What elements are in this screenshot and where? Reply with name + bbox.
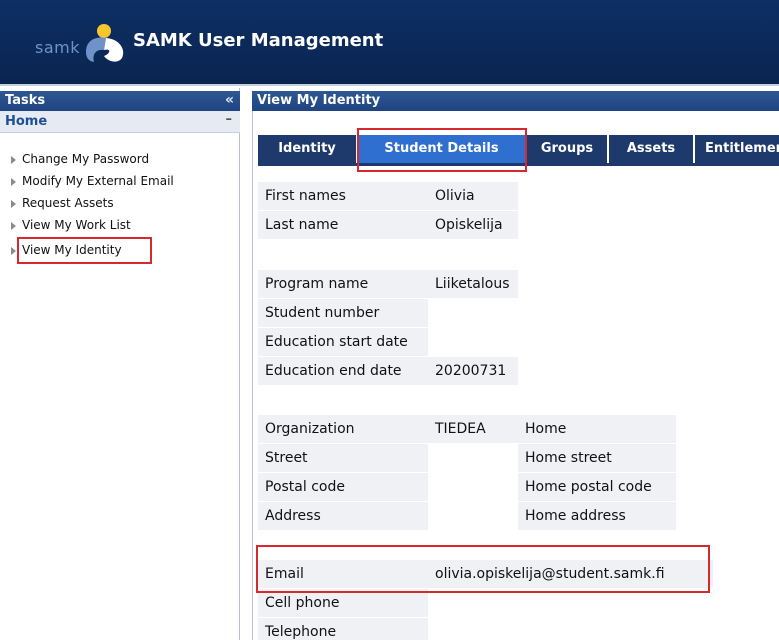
app-header: samk SAMK User Management [0,0,779,86]
field-value-organization: TIEDEA [428,415,518,443]
field-label-cell-phone: Cell phone [258,589,428,617]
home-section-header[interactable]: Home – [0,111,240,133]
field-label-organization: Organization [258,415,428,443]
triangle-right-icon [11,156,16,164]
triangle-right-icon [11,247,16,255]
task-label: Modify My External Email [22,174,174,188]
view-my-identity-highlight [17,237,152,264]
samk-logo-text: samk [35,38,80,57]
task-view-my-work-list[interactable]: View My Work List [11,218,131,236]
tasks-panel-header: Tasks « [0,91,240,111]
triangle-right-icon [11,200,16,208]
triangle-right-icon [11,178,16,186]
field-label-street: Street [258,444,428,472]
field-value-home: Home [518,415,676,443]
field-value-program-name: Liiketalous [428,270,518,298]
collapse-icon[interactable]: « [225,92,234,108]
tab-identity[interactable]: Identity [258,135,358,163]
task-modify-my-external-email[interactable]: Modify My External Email [11,174,174,192]
field-label-education-end-date: Education end date [258,357,428,385]
field-value-first-names: Olivia [428,182,518,210]
tab-assets[interactable]: Assets [609,135,695,163]
task-label: Change My Password [22,152,150,166]
field-label-student-number: Student number [258,299,428,327]
app-title: SAMK User Management [133,30,384,51]
minimize-icon[interactable]: – [226,112,233,127]
tasks-panel: Tasks « Home – [0,88,240,640]
field-label-last-name: Last name [258,211,428,239]
samk-logo-icon [86,24,124,62]
main-panel-header: View My Identity [252,91,779,111]
task-label: View My Work List [22,218,131,232]
page-title: View My Identity [257,93,381,108]
task-change-my-password[interactable]: Change My Password [11,152,150,170]
email-highlight [256,545,710,593]
field-label-program-name: Program name [258,270,428,298]
home-section-title: Home [5,114,48,129]
field-value-education-end-date: 20200731 [428,357,518,385]
field-value-last-name: Opiskelija [428,211,518,239]
field-label-postal-code: Postal code [258,473,428,501]
field-label-address: Address [258,502,428,530]
field-value-home-street: Home street [518,444,676,472]
task-label: Request Assets [22,196,114,210]
tab-entitlements[interactable]: Entitlements [695,135,779,163]
field-label-education-start-date: Education start date [258,328,428,356]
triangle-right-icon [11,222,16,230]
task-request-assets[interactable]: Request Assets [11,196,114,214]
tab-groups[interactable]: Groups [527,135,609,163]
tasks-title: Tasks [5,93,46,108]
field-label-first-names: First names [258,182,428,210]
field-label-telephone: Telephone [258,618,428,640]
field-value-home-postal-code: Home postal code [518,473,676,501]
field-value-home-address: Home address [518,502,676,530]
student-details-tab-highlight [357,128,527,172]
